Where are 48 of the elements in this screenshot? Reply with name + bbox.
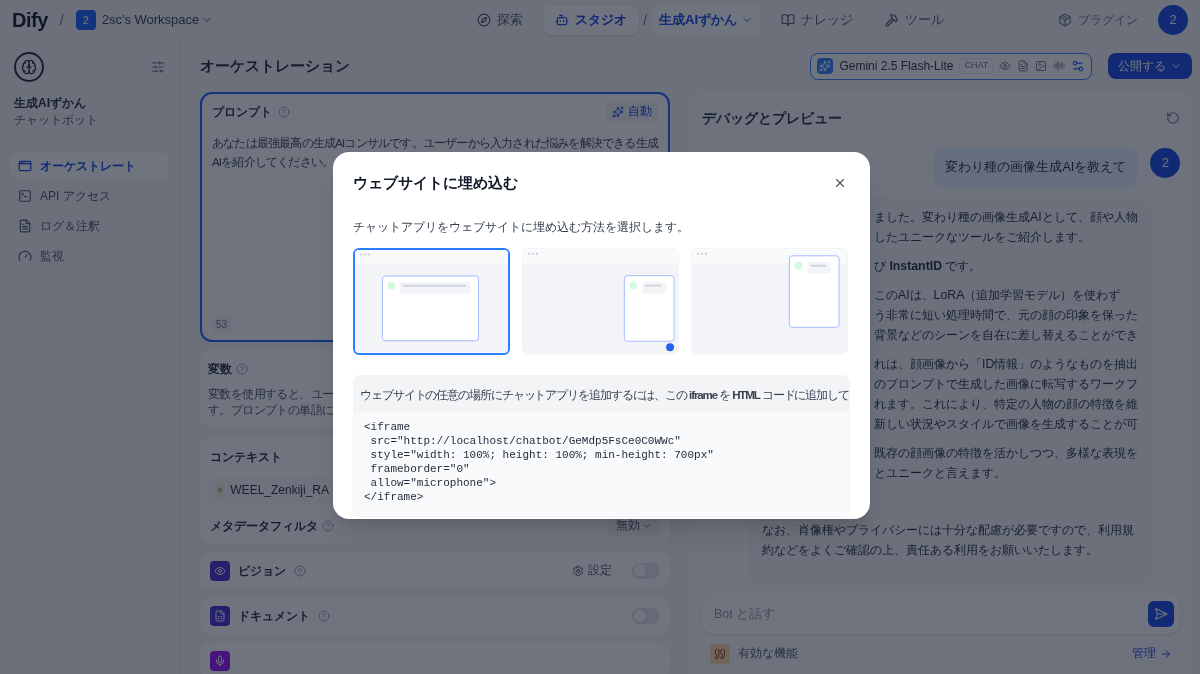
answer-text: 既存の顔画像の特徴を活かしつつ、多様な表現を <box>874 444 1138 462</box>
answer-text: う非常に短い処理時間で、元の顔の印象を保った <box>874 306 1138 324</box>
user-avatar: 2 <box>1150 148 1181 178</box>
workspace-badge: 2 <box>75 10 96 30</box>
answer-text: 背景などのシーンを自在に差し替えることができ <box>874 326 1138 344</box>
feature-label: ビジョン <box>238 562 286 580</box>
page-title: オーケストレーション <box>200 55 350 76</box>
answer-text: 新しい状況やスタイルで画像を生成することが可 <box>874 415 1138 433</box>
answer-text: したユニークなツールをご紹介します。 <box>874 228 1090 246</box>
nav-tab[interactable]: 探索 <box>465 5 536 35</box>
answer-text: れます。これにより、特定の人物の顔の特徴を維 <box>874 395 1138 413</box>
answer-text: とユニークと言えます。 <box>874 464 1006 482</box>
debug-title: デバッグとプレビュー <box>702 108 842 128</box>
context-title: コンテキスト <box>210 450 282 464</box>
separator: / <box>59 10 64 30</box>
model-selector[interactable]: Gemini 2.5 Flash-Lite CHAT <box>810 52 1093 80</box>
answer-text: び InstantID です。 <box>874 257 982 275</box>
workspace-switcher[interactable]: 2sc's Workspace <box>101 10 214 30</box>
breadcrumb-separator: / <box>643 10 648 30</box>
logo[interactable]: Dify <box>12 5 48 35</box>
sidebar-item[interactable]: API アクセス <box>10 183 169 210</box>
metadata-filter-label: メタデータフィルタ <box>210 518 318 535</box>
answer-text: れは、顔画像から「ID情報」のようなものを抽出 <box>874 355 1139 373</box>
app-type: チャットボット <box>13 113 99 128</box>
auto-button[interactable]: 自動 <box>606 102 658 122</box>
answer-text: このAIは、LoRA（追加学習モデル）を使わず <box>874 286 1121 304</box>
feature-label: ドキュメント <box>238 607 310 625</box>
app-name: 生成AIずかん <box>13 95 87 112</box>
sidebar-item[interactable]: オーケストレート <box>10 153 169 180</box>
nav-tab[interactable]: スタジオ <box>543 5 640 35</box>
variables-description: 変数を使用すると、ユー <box>208 387 334 402</box>
answer-text: のプロンプトで生成した画像に転写するワークフ <box>874 375 1138 393</box>
answer-closing: なお、肖像権やプライバシーには十分な配慮が必要ですので、利用規約などをよくご確認の上、責任ある利用をお願いいたします。 <box>762 522 1135 559</box>
user-message: 変わり種の画像生成AIを教えて <box>933 148 1139 187</box>
answer-text: ました。変わり種の画像生成AIとして、顔や人物 <box>874 208 1138 226</box>
prompt-title: プロンプト <box>212 104 272 121</box>
user-avatar[interactable]: 2 <box>1158 5 1188 35</box>
publish-button[interactable]: 公開する <box>1108 53 1193 79</box>
chat-badge: CHAT <box>959 58 994 74</box>
feature-settings-button[interactable]: 設定 <box>572 561 612 580</box>
dialog-title: ウェブサイトに埋め込む <box>353 173 518 193</box>
variables-title: 変数 <box>208 361 232 378</box>
embed-code: <iframe src="http://localhost/chatbot/GeMdp5FsCe0C0WWc" style="width: 100%; height: 100%; min-height: 700px" frameborder="0" allow="microphone"> </iframe> <box>363 419 715 505</box>
sidebar-item[interactable]: 監視 <box>10 243 169 270</box>
app-switcher[interactable]: 生成AIずかん <box>651 5 762 35</box>
manage-link[interactable]: 管理 <box>1132 645 1173 663</box>
features-label: 有効な機能 <box>738 646 798 662</box>
dialog-description: チャットアプリをウェブサイトに埋め込む方法を選択します。 <box>353 219 690 235</box>
